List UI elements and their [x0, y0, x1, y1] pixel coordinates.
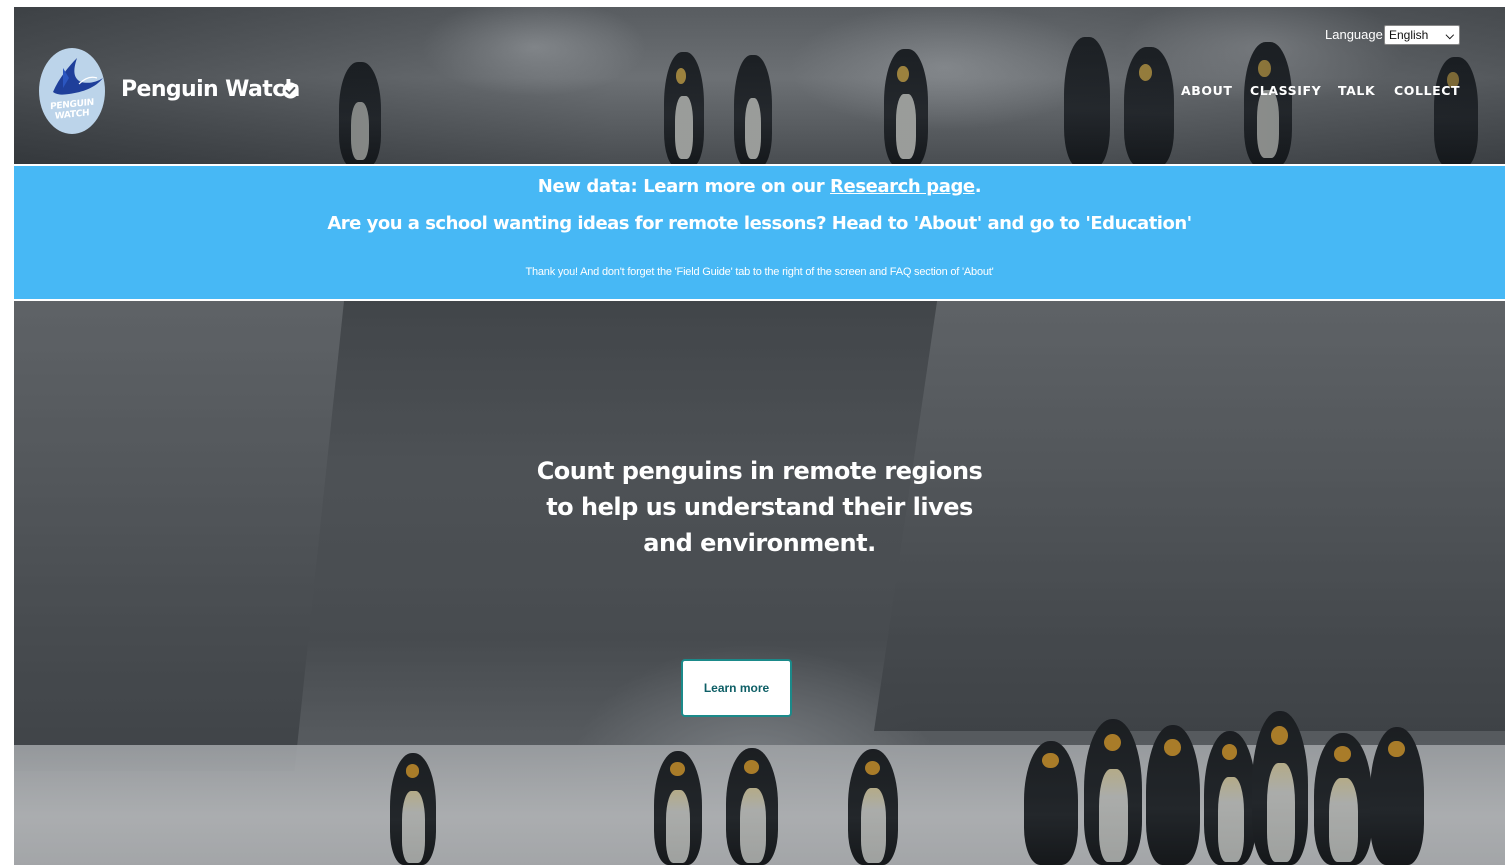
verified-badge-icon	[282, 82, 299, 99]
hero-tagline: Count penguins in remote regions to help…	[14, 453, 1505, 561]
nav-talk[interactable]: TALK	[1338, 82, 1375, 100]
project-title[interactable]: Penguin Watch	[121, 76, 300, 104]
hero-section: Count penguins in remote regions to help…	[14, 301, 1505, 865]
page: PENGUIN WATCH Penguin Watch Language Eng…	[0, 0, 1507, 865]
announcement-banner: New data: Learn more on our Research pag…	[14, 166, 1505, 299]
language-select[interactable]: English ⌵	[1384, 25, 1460, 45]
announcement-line-education: Are you a school wanting ideas for remot…	[327, 213, 1192, 234]
chevron-down-icon: ⌵	[1445, 30, 1454, 42]
hero-tagline-line3: and environment.	[643, 529, 876, 557]
nav-collect[interactable]: COLLECT	[1394, 82, 1460, 100]
penguin-watch-logo[interactable]: PENGUIN WATCH	[39, 48, 105, 134]
research-page-link[interactable]: Research page	[830, 176, 975, 197]
learn-more-button[interactable]: Learn more	[681, 659, 792, 717]
language-label: Language	[1325, 27, 1383, 42]
announcement-line-field-guide: Thank you! And don't forget the 'Field G…	[525, 266, 994, 278]
hero-tagline-line1: Count penguins in remote regions	[536, 457, 983, 485]
hero-shade	[14, 301, 1505, 865]
nav-about[interactable]: ABOUT	[1181, 82, 1233, 100]
announcement-text: New data: Learn more on our	[537, 176, 831, 197]
announcement-line-new-data: New data: Learn more on our Research pag…	[14, 174, 1505, 200]
hero-tagline-line2: to help us understand their lives	[546, 493, 973, 521]
announcement-punctuation: .	[974, 176, 982, 197]
language-selected-value: English	[1389, 28, 1429, 42]
nav-classify[interactable]: CLASSIFY	[1250, 82, 1321, 100]
